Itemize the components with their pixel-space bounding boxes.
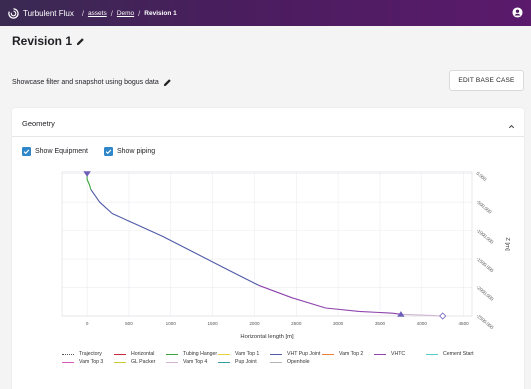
legend-item[interactable]: Vam Top 2	[322, 351, 374, 357]
legend-item[interactable]: Cement Start	[426, 351, 478, 357]
legend-label: Vam Top 2	[339, 351, 364, 357]
x-tick-label: 3000	[333, 321, 344, 326]
legend-label: Horizontal	[131, 351, 155, 357]
breadcrumb-current: Revision 1	[144, 9, 177, 17]
legend-swatch	[166, 353, 178, 355]
edit-subtitle-pencil-icon[interactable]	[163, 78, 172, 87]
legend-item[interactable]: Horizontal	[114, 351, 166, 357]
legend-label: Openhole	[287, 359, 310, 365]
x-tick-label: 1500	[207, 321, 218, 326]
chart-legend: Trajectory Horizontal Tubing Hanger Vam Top…	[62, 351, 482, 365]
geometry-chart[interactable]: 0 500 1000 1500 2000 2500 3000 3500 4000 4500 0.00…	[12, 108, 524, 348]
edit-base-case-button[interactable]: EDIT BASE CASE	[449, 70, 524, 91]
x-tick-label: 0	[86, 321, 89, 326]
x-tick-label: 2500	[291, 321, 302, 326]
legend-swatch	[426, 353, 438, 355]
breadcrumb-demo[interactable]: Demo	[117, 10, 134, 17]
y-tick-label: -2500.000	[475, 313, 494, 330]
legend-label: Trajectory	[79, 351, 102, 357]
legend-swatch	[270, 361, 282, 363]
x-tick-label: 4500	[459, 321, 470, 326]
legend-label: Pup Joint	[235, 359, 257, 365]
y-axis-label: Z [m]	[504, 237, 510, 251]
legend-item[interactable]: Openhole	[270, 359, 322, 365]
legend-label: Tubing Hanger	[183, 351, 218, 357]
x-tick-label: 1000	[166, 321, 177, 326]
legend-swatch	[114, 353, 126, 355]
x-tick-label: 2000	[249, 321, 260, 326]
trajectory-segment-tubing-hanger	[86, 173, 92, 190]
legend-item[interactable]: Vam Top 4	[166, 359, 218, 365]
legend-label: VHTC	[391, 351, 406, 357]
y-tick-label: -1500.000	[475, 256, 494, 273]
legend-label: Vam Top 1	[235, 351, 260, 357]
legend-label: Vam Top 4	[183, 359, 208, 365]
legend-swatch	[114, 361, 126, 363]
legend-label: GL Packer	[131, 359, 156, 365]
legend-item[interactable]: VHTC	[374, 351, 426, 357]
trajectory-segment-vht-pup-joint	[90, 189, 259, 286]
breadcrumb-separator: /	[110, 8, 113, 18]
legend-label: Vam Top 3	[79, 359, 104, 365]
legend-swatch	[374, 353, 386, 355]
x-tick-label: 3500	[375, 321, 386, 326]
x-tick-label: 4000	[417, 321, 428, 326]
y-tick-label: -2000.000	[475, 284, 494, 301]
breadcrumb-separator: /	[81, 8, 84, 18]
page-title: Revision 1	[12, 34, 85, 48]
legend-label: Cement Start	[443, 351, 474, 357]
account-icon[interactable]	[512, 7, 523, 18]
page-subtitle: Showcase filter and snapshot using bogus…	[12, 78, 172, 87]
legend-label: VHT Pup Joint	[287, 351, 321, 357]
legend-swatch	[166, 361, 178, 363]
brand-name[interactable]: Turbulent Flux	[23, 9, 74, 18]
breadcrumb-separator: /	[138, 8, 141, 18]
app-header: Turbulent Flux / assets / Demo / Revisio…	[0, 0, 531, 26]
legend-swatch	[322, 353, 334, 355]
x-axis-label: Horizontal length [m]	[240, 334, 294, 340]
edit-title-pencil-icon[interactable]	[76, 37, 85, 46]
page-title-text: Revision 1	[12, 34, 73, 48]
y-tick-label: -500.000	[475, 199, 492, 215]
page-subtitle-text: Showcase filter and snapshot using bogus…	[12, 79, 159, 86]
plot-frame	[61, 171, 473, 317]
y-tick-label: 0.000	[475, 171, 487, 183]
legend-item[interactable]: Trajectory	[62, 351, 114, 357]
logo-icon[interactable]	[8, 7, 19, 19]
trajectory-segment-vhtc	[258, 284, 401, 315]
breadcrumb-assets[interactable]: assets	[88, 10, 107, 17]
legend-item[interactable]: GL Packer	[114, 359, 166, 365]
legend-item[interactable]: Vam Top 1	[218, 351, 270, 357]
geometry-card: Geometry Show Equipment Show piping 0 500…	[12, 108, 524, 389]
legend-swatch	[218, 353, 230, 355]
legend-item[interactable]: VHT Pup Joint	[270, 351, 322, 357]
legend-swatch	[218, 361, 230, 363]
legend-item[interactable]: Pup Joint	[218, 359, 270, 365]
legend-item[interactable]: Vam Top 3	[62, 359, 114, 365]
legend-swatch	[270, 353, 282, 355]
x-tick-label: 500	[125, 321, 133, 326]
legend-swatch	[62, 361, 74, 363]
equipment-marker-diamond	[439, 312, 447, 320]
legend-item[interactable]: Tubing Hanger	[166, 351, 218, 357]
legend-swatch	[62, 353, 74, 355]
y-tick-label: -1000.000	[475, 228, 494, 245]
